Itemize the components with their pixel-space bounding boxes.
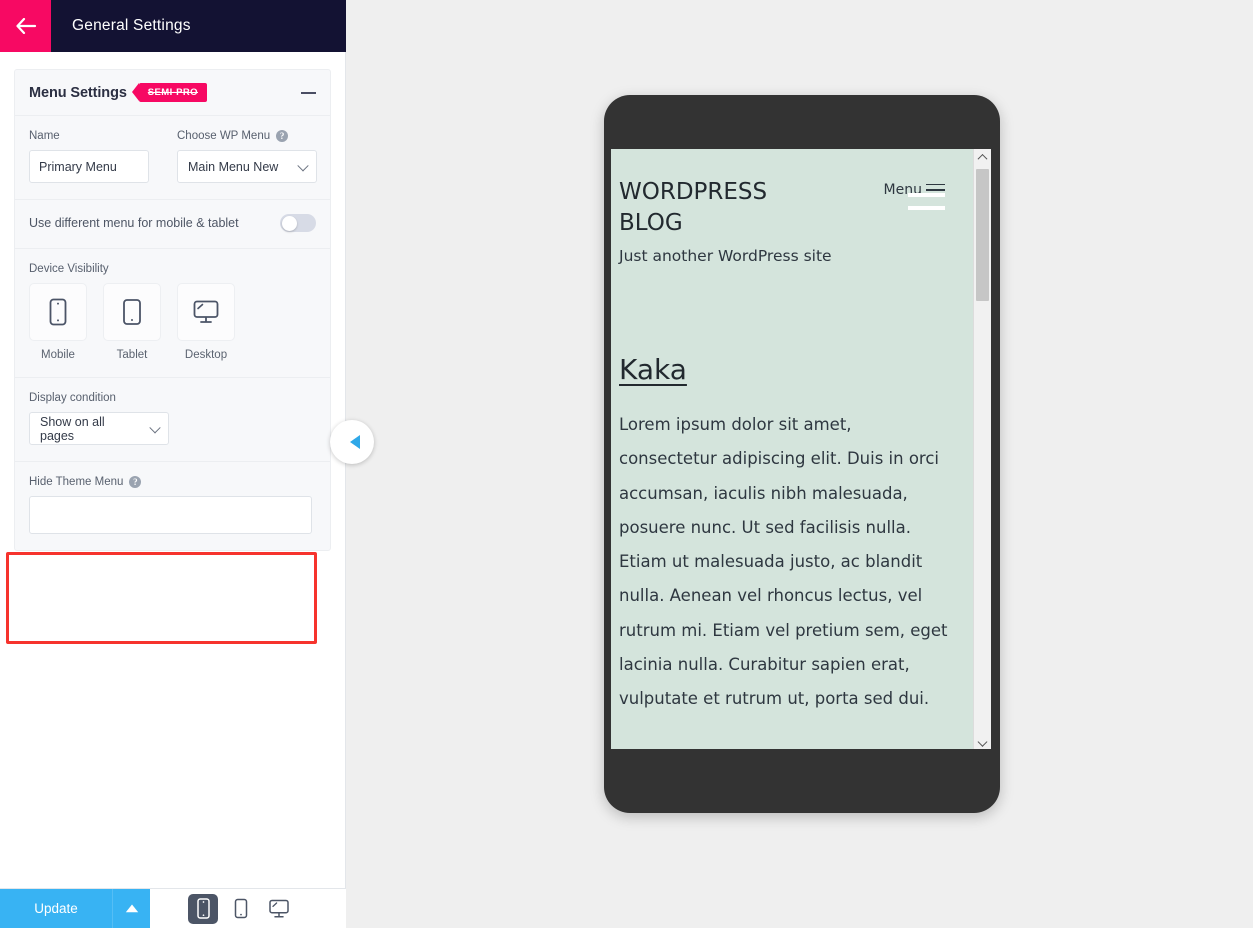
hide-theme-menu-label: Hide Theme Menu ?	[29, 476, 316, 488]
triangle-left-icon	[350, 435, 360, 449]
section-hide-theme-menu: Hide Theme Menu ?	[15, 462, 330, 550]
preview-scrollbar[interactable]	[973, 149, 991, 749]
help-icon[interactable]: ?	[129, 476, 142, 488]
phone-screen: WORDPRESS BLOG Just another WordPress si…	[611, 149, 991, 749]
display-condition-select[interactable]: Show on all pages	[29, 412, 169, 445]
panel-body: Menu Settings SEMI-PRO Name Choose WP Me…	[0, 52, 345, 888]
chevron-down-icon	[149, 421, 161, 433]
menu-settings-card: Menu Settings SEMI-PRO Name Choose WP Me…	[14, 69, 331, 551]
device-visibility-tablet[interactable]: Tablet	[103, 283, 161, 361]
hide-theme-menu-label-text: Hide Theme Menu	[29, 476, 124, 488]
display-condition-value: Show on all pages	[40, 414, 105, 443]
different-menu-label: Use different menu for mobile & tablet	[29, 216, 239, 230]
back-button[interactable]	[0, 0, 51, 52]
post-body: Lorem ipsum dolor sit amet, consectetur …	[619, 414, 948, 709]
post-title[interactable]: Kaka	[619, 353, 951, 386]
panel-header: General Settings	[0, 0, 346, 52]
desktop-icon	[193, 300, 219, 323]
scrollbar-thumb[interactable]	[976, 169, 989, 301]
device-visibility-mobile[interactable]: Mobile	[29, 283, 87, 361]
menu-settings-card-header[interactable]: Menu Settings SEMI-PRO	[15, 70, 330, 116]
chevron-down-icon	[297, 159, 309, 171]
card-title: Menu Settings	[29, 84, 127, 101]
wp-menu-selected-value: Main Menu New	[188, 159, 279, 174]
mobile-icon	[49, 298, 67, 326]
mobile-icon	[196, 898, 210, 919]
preview-device-mobile[interactable]	[188, 893, 218, 924]
settings-panel: General Settings Menu Settings SEMI-PRO …	[0, 0, 346, 928]
name-label: Name	[29, 130, 60, 142]
field-wp-menu: Choose WP Menu ? Main Menu New	[177, 130, 317, 183]
scroll-down-arrow[interactable]	[974, 732, 991, 749]
site-title: WORDPRESS BLOG	[619, 179, 768, 237]
wp-menu-select[interactable]: Main Menu New	[177, 150, 317, 183]
scroll-up-arrow[interactable]	[974, 149, 991, 166]
device-caption-desktop: Desktop	[184, 349, 228, 361]
hamburger-icon	[926, 183, 945, 197]
hide-theme-menu-input[interactable]	[29, 496, 312, 534]
toggle-knob	[281, 215, 297, 231]
different-menu-toggle[interactable]	[280, 214, 316, 232]
page-title: General Settings	[72, 17, 191, 34]
site-menu-label: Menu	[883, 182, 922, 198]
wp-menu-label-text: Choose WP Menu	[177, 130, 271, 142]
tablet-icon	[123, 299, 141, 325]
device-tile-tablet[interactable]	[103, 283, 161, 341]
device-caption-tablet: Tablet	[116, 349, 148, 361]
arrow-left-icon	[15, 18, 36, 34]
attention-highlight-box	[6, 552, 317, 644]
preview-device-desktop[interactable]	[264, 894, 294, 924]
chevron-down-icon	[977, 736, 988, 747]
device-caption-mobile: Mobile	[41, 349, 75, 361]
semi-pro-badge: SEMI-PRO	[131, 83, 207, 102]
update-options-button[interactable]	[112, 889, 150, 928]
field-name: Name	[29, 130, 149, 183]
section-display-condition: Display condition Show on all pages	[15, 378, 330, 462]
preview-area: WORDPRESS BLOG Just another WordPress si…	[330, 0, 1253, 928]
preview-device-tablet[interactable]	[226, 894, 256, 924]
wp-menu-label: Choose WP Menu ?	[177, 130, 317, 142]
phone-frame: WORDPRESS BLOG Just another WordPress si…	[604, 95, 1000, 813]
device-visibility-desktop[interactable]: Desktop	[177, 283, 235, 361]
site-menu-toggle[interactable]: Menu	[884, 182, 945, 198]
chevron-up-icon	[977, 153, 988, 164]
minus-icon[interactable]	[301, 91, 316, 94]
site-preview-content: WORDPRESS BLOG Just another WordPress si…	[611, 149, 973, 749]
desktop-icon	[269, 899, 289, 918]
app-root: General Settings Menu Settings SEMI-PRO …	[0, 0, 1253, 928]
help-icon[interactable]: ?	[276, 130, 289, 142]
collapse-panel-button[interactable]	[330, 420, 374, 464]
name-input[interactable]	[29, 150, 149, 183]
section-name-wpmenu: Name Choose WP Menu ? Main Menu New	[15, 116, 330, 200]
panel-footer: Update	[0, 888, 346, 928]
device-tile-mobile[interactable]	[29, 283, 87, 341]
update-button[interactable]: Update	[0, 889, 112, 928]
display-condition-label: Display condition	[29, 392, 116, 404]
section-different-menu: Use different menu for mobile & tablet	[15, 200, 330, 249]
triangle-up-icon	[125, 904, 138, 913]
device-visibility-label: Device Visibility	[29, 263, 109, 275]
tablet-icon	[234, 898, 248, 919]
device-tile-desktop[interactable]	[177, 283, 235, 341]
section-device-visibility: Device Visibility Mobile Tablet Desktop	[15, 249, 330, 378]
site-tagline: Just another WordPress site	[619, 247, 832, 266]
preview-device-switcher	[150, 889, 346, 928]
